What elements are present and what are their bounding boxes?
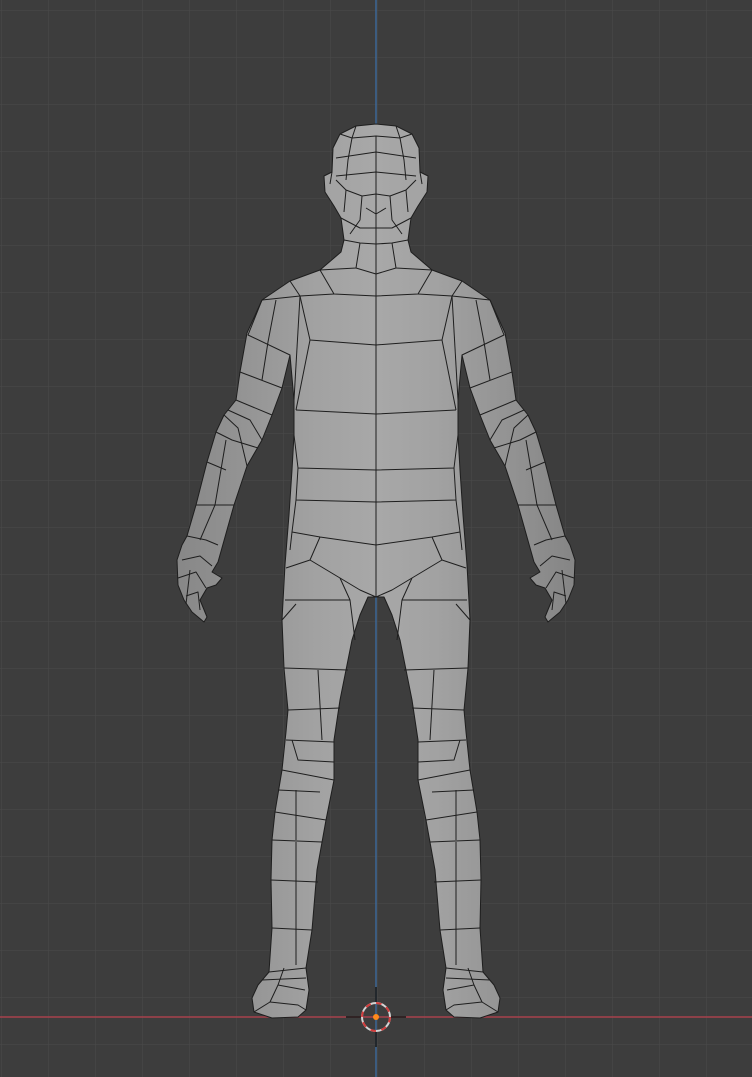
cursor-center-dot <box>373 1014 379 1020</box>
viewport-canvas[interactable] <box>0 0 752 1077</box>
3d-viewport[interactable] <box>0 0 752 1077</box>
